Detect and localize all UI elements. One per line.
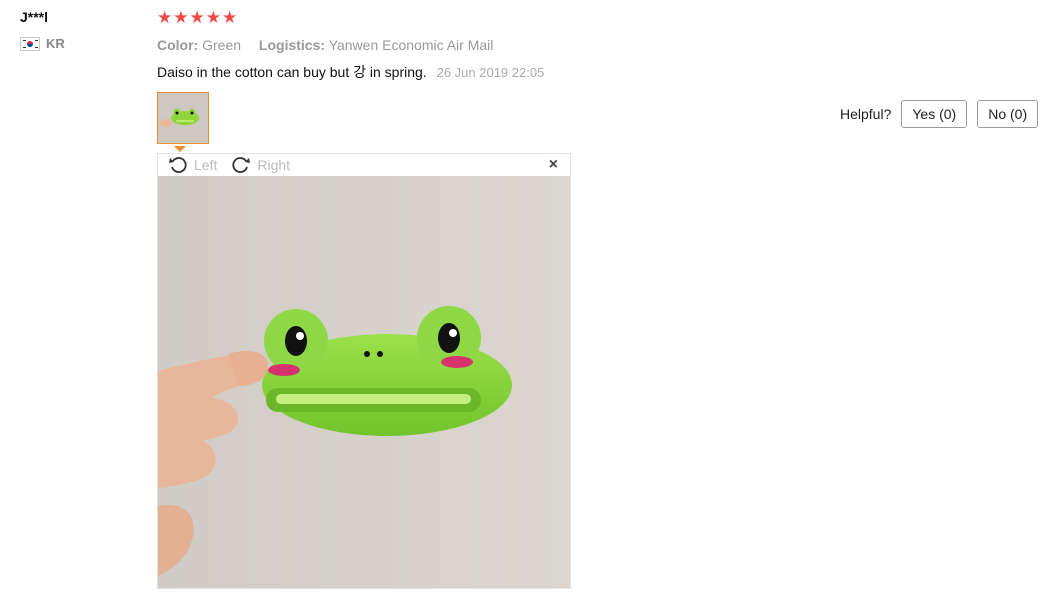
helpful-voting: Helpful? Yes (0) No (0)	[840, 100, 1039, 128]
review-text: Daiso in the cotton can buy but 강 in spr…	[157, 64, 427, 80]
country-code: KR	[46, 36, 65, 51]
review-item: J***l KR ★ ★ ★ ★ ★ Color: Green Logistic…	[0, 0, 1062, 606]
star-icon: ★	[173, 8, 189, 27]
reviewer-name: J***l	[20, 9, 49, 25]
rotate-left-button[interactable]: Left	[168, 156, 217, 174]
close-icon[interactable]: ×	[549, 156, 558, 174]
color-label: Color:	[157, 37, 199, 53]
review-photo-large	[158, 176, 570, 588]
helpful-yes-button[interactable]: Yes (0)	[901, 100, 968, 128]
star-icon: ★	[222, 8, 238, 27]
reviewer-country: KR	[20, 36, 140, 51]
star-rating: ★ ★ ★ ★ ★	[157, 8, 857, 28]
thumbnail-pointer	[174, 146, 186, 152]
viewer-toolbar: Left Right ×	[158, 154, 570, 176]
rotate-right-label: Right	[257, 157, 291, 173]
review-text-line: Daiso in the cotton can buy but 강 in spr…	[157, 62, 857, 83]
photo-viewer: Left Right ×	[157, 153, 571, 589]
color-value: Green	[202, 37, 242, 53]
star-icon: ★	[157, 8, 173, 27]
star-icon: ★	[189, 8, 205, 27]
helpful-label: Helpful?	[840, 106, 892, 122]
review-photo-thumbnail[interactable]	[157, 92, 209, 144]
logistics-label: Logistics:	[258, 37, 326, 53]
review-date: 26 Jun 2019 22:05	[436, 65, 545, 80]
rotate-right-button[interactable]: Right	[231, 156, 290, 174]
logistics-value: Yanwen Economic Air Mail	[328, 37, 494, 53]
rotate-left-icon	[169, 157, 187, 173]
rotate-left-label: Left	[194, 157, 218, 173]
korea-flag-icon	[20, 36, 40, 51]
star-icon: ★	[205, 8, 221, 27]
review-body: ★ ★ ★ ★ ★ Color: Green Logistics: Yanwen…	[157, 8, 857, 83]
reviewer-info: J***l KR	[20, 8, 140, 51]
helpful-no-button[interactable]: No (0)	[977, 100, 1039, 128]
frog-toothpaste-squeezer-image	[158, 176, 570, 588]
rotate-right-icon	[232, 157, 251, 173]
order-meta: Color: Green Logistics: Yanwen Economic …	[157, 36, 857, 54]
frog-photo-thumbnail-image	[158, 93, 208, 143]
